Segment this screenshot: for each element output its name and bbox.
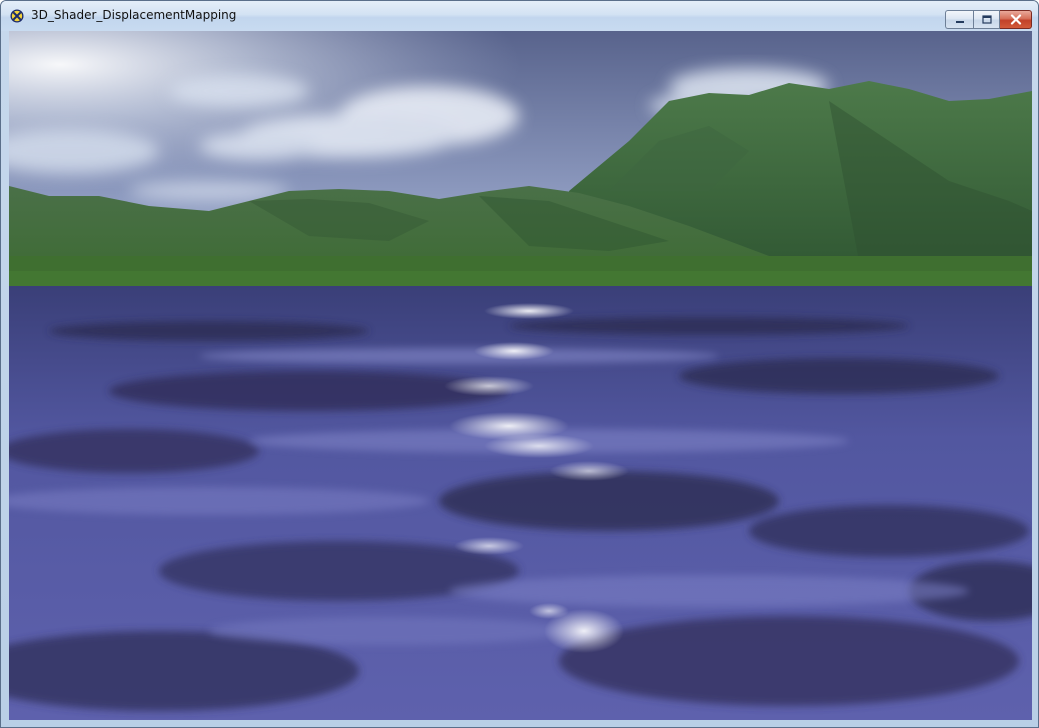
title-bar[interactable]: 3D_Shader_DisplacementMapping — [1, 1, 1038, 31]
render-viewport[interactable] — [9, 31, 1032, 720]
app-window: 3D_Shader_DisplacementMapping — [0, 0, 1039, 728]
close-button[interactable] — [1000, 10, 1032, 29]
directx-x-icon — [10, 9, 24, 23]
ocean-scene — [9, 31, 1032, 720]
maximize-icon — [981, 15, 992, 24]
maximize-button[interactable] — [973, 10, 1000, 29]
window-title: 3D_Shader_DisplacementMapping — [31, 8, 237, 22]
caption-buttons — [945, 10, 1032, 29]
close-icon — [1010, 14, 1021, 25]
minimize-icon — [955, 20, 964, 23]
minimize-button[interactable] — [945, 10, 973, 29]
